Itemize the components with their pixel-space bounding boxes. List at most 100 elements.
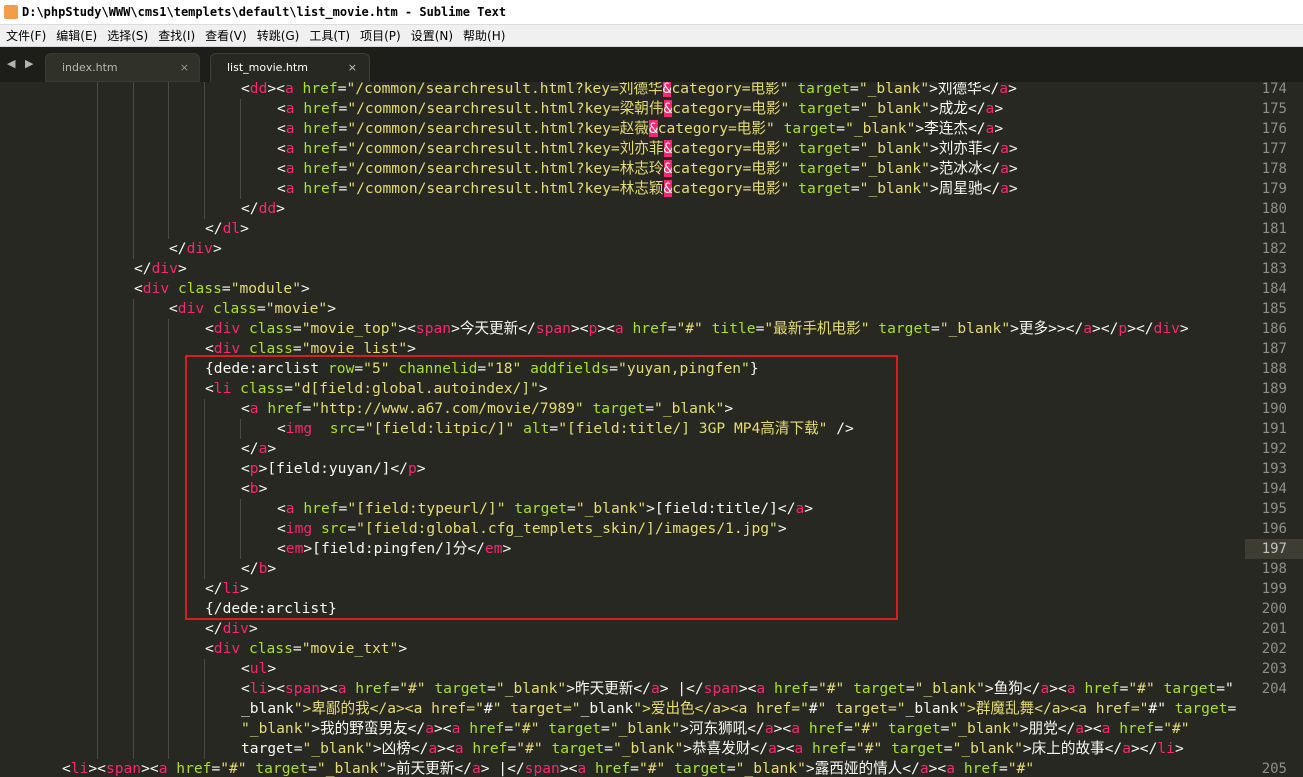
code-line[interactable]: 188 {dede:arclist row="5" channelid="18" … [0, 359, 1303, 379]
line-number: 186 [1261, 321, 1287, 337]
tab-nav-arrows-icon[interactable]: ◀ ▶ [7, 57, 36, 70]
code-line[interactable]: 181 </dl> [0, 219, 1303, 239]
line-number: 188 [1261, 361, 1287, 377]
line-number: 179 [1261, 181, 1287, 197]
code-line[interactable]: target="_blank">凶榜</a><a href="#" target… [0, 739, 1303, 759]
code-text: <em>[field:pingfen/]分</em> [62, 539, 511, 559]
tab-label: index.htm [62, 61, 118, 74]
code-line[interactable]: 177 <a href="/common/searchresult.html?ke… [0, 139, 1303, 159]
code-line[interactable]: 193 <p>[field:yuyan/]</p> [0, 459, 1303, 479]
code-line[interactable]: 179 <a href="/common/searchresult.html?ke… [0, 179, 1303, 199]
code-line[interactable]: 202 <div class="movie_txt"> [0, 639, 1303, 659]
code-text: <div class="module"> [62, 279, 310, 299]
code-line[interactable]: 190 <a href="http://www.a67.com/movie/798… [0, 399, 1303, 419]
line-number: 190 [1261, 401, 1287, 417]
code-line[interactable]: 205 <li><span><a href="#" target="_blank"… [0, 759, 1303, 777]
menu-view[interactable]: 查看(V) [200, 27, 252, 44]
code-line[interactable]: 200 {/dede:arclist} [0, 599, 1303, 619]
line-number: 187 [1261, 341, 1287, 357]
line-number: 183 [1261, 261, 1287, 277]
tab-label: list_movie.htm [227, 61, 308, 74]
tab-list-movie-htm[interactable]: list_movie.htm × [210, 53, 370, 82]
code-line[interactable]: 195 <a href="[field:typeurl/]" target="_b… [0, 499, 1303, 519]
code-text: <a href="http://www.a67.com/movie/7989" … [62, 399, 733, 419]
code-editor[interactable]: 174 <dd><a href="/common/searchresult.htm… [0, 82, 1303, 777]
line-number: 189 [1261, 381, 1287, 397]
code-text: <a href="/common/searchresult.html?key=赵… [62, 119, 1003, 139]
code-text: <a href="/common/searchresult.html?key=林… [62, 159, 1018, 179]
menu-edit[interactable]: 编辑(E) [51, 27, 102, 44]
menu-file[interactable]: 文件(F) [0, 27, 51, 44]
code-line[interactable]: 182 </div> [0, 239, 1303, 259]
code-line[interactable]: 189 <li class="d[field:global.autoindex/]… [0, 379, 1303, 399]
code-text: <a href="/common/searchresult.html?key=刘… [62, 139, 1018, 159]
line-number: 195 [1261, 501, 1287, 517]
line-number: 205 [1261, 761, 1287, 777]
code-text: <img src="[field:litpic/]" alt="[field:t… [62, 419, 854, 439]
code-line[interactable]: 174 <dd><a href="/common/searchresult.htm… [0, 82, 1303, 99]
tab-bar: ◀ ▶ index.htm × list_movie.htm × [0, 47, 1303, 82]
code-line[interactable]: 201 </div> [0, 619, 1303, 639]
line-number: 203 [1261, 661, 1287, 677]
tab-index-htm[interactable]: index.htm × [45, 53, 200, 82]
code-text: <img src="[field:global.cfg_templets_ski… [62, 519, 787, 539]
code-text: target="_blank">凶榜</a><a href="#" target… [62, 739, 1184, 759]
code-line[interactable]: 187 <div class="movie_list"> [0, 339, 1303, 359]
code-text: {/dede:arclist} [62, 599, 337, 619]
code-text: </b> [62, 559, 276, 579]
code-line[interactable]: 204 <li><span><a href="#" target="_blank"… [0, 679, 1303, 699]
code-text: <div class="movie_top"><span>今天更新</span>… [62, 319, 1189, 339]
close-icon[interactable]: × [180, 54, 189, 81]
code-line[interactable]: 194 <b> [0, 479, 1303, 499]
code-line[interactable]: 184 <div class="module"> [0, 279, 1303, 299]
line-number: 204 [1261, 681, 1287, 697]
code-text: </a> [62, 439, 276, 459]
line-number: 177 [1261, 141, 1287, 157]
code-text: <div class="movie_txt"> [62, 639, 407, 659]
code-line[interactable]: 199 </li> [0, 579, 1303, 599]
code-line[interactable]: 203 <ul> [0, 659, 1303, 679]
code-line[interactable]: 197 <em>[field:pingfen/]分</em> [0, 539, 1303, 559]
menu-selection[interactable]: 选择(S) [102, 27, 153, 44]
line-number: 178 [1261, 161, 1287, 177]
code-text: {dede:arclist row="5" channelid="18" add… [62, 359, 759, 379]
line-number: 185 [1261, 301, 1287, 317]
code-line[interactable]: "_blank">我的野蛮男友</a><a href="#" target="_… [0, 719, 1303, 739]
code-line[interactable]: 180 </dd> [0, 199, 1303, 219]
close-icon[interactable]: × [348, 54, 357, 81]
code-line[interactable]: 175 <a href="/common/searchresult.html?ke… [0, 99, 1303, 119]
code-text: </dl> [62, 219, 249, 239]
line-number: 201 [1261, 621, 1287, 637]
menu-project[interactable]: 项目(P) [355, 27, 406, 44]
code-text: <a href="/common/searchresult.html?key=梁… [62, 99, 1003, 119]
code-line[interactable]: 196 <img src="[field:global.cfg_templets_… [0, 519, 1303, 539]
menu-help[interactable]: 帮助(H) [458, 27, 510, 44]
line-number: 194 [1261, 481, 1287, 497]
line-number: 181 [1261, 221, 1287, 237]
menu-preferences[interactable]: 设置(N) [406, 27, 458, 44]
line-number: 176 [1261, 121, 1287, 137]
menu-bar: 文件(F) 编辑(E) 选择(S) 查找(I) 查看(V) 转跳(G) 工具(T… [0, 25, 1303, 47]
line-number: 199 [1261, 581, 1287, 597]
line-number: 193 [1261, 461, 1287, 477]
code-line[interactable]: 183 </div> [0, 259, 1303, 279]
code-text: <p>[field:yuyan/]</p> [62, 459, 426, 479]
code-text: </div> [62, 259, 187, 279]
line-number: 200 [1261, 601, 1287, 617]
menu-tools[interactable]: 工具(T) [304, 27, 355, 44]
code-line[interactable]: 198 </b> [0, 559, 1303, 579]
code-line[interactable]: 178 <a href="/common/searchresult.html?ke… [0, 159, 1303, 179]
code-line[interactable]: 192 </a> [0, 439, 1303, 459]
code-line[interactable]: 185 <div class="movie"> [0, 299, 1303, 319]
code-line[interactable]: _blank">卑鄙的我</a><a href="#" target="_bla… [0, 699, 1303, 719]
code-text: </dd> [62, 199, 285, 219]
line-number: 192 [1261, 441, 1287, 457]
code-text: <div class="movie"> [62, 299, 336, 319]
menu-find[interactable]: 查找(I) [153, 27, 200, 44]
code-text: <b> [62, 479, 267, 499]
code-line[interactable]: 186 <div class="movie_top"><span>今天更新</sp… [0, 319, 1303, 339]
code-line[interactable]: 176 <a href="/common/searchresult.html?ke… [0, 119, 1303, 139]
code-text: <a href="/common/searchresult.html?key=林… [62, 179, 1018, 199]
code-line[interactable]: 191 <img src="[field:litpic/]" alt="[fiel… [0, 419, 1303, 439]
menu-goto[interactable]: 转跳(G) [252, 27, 305, 44]
